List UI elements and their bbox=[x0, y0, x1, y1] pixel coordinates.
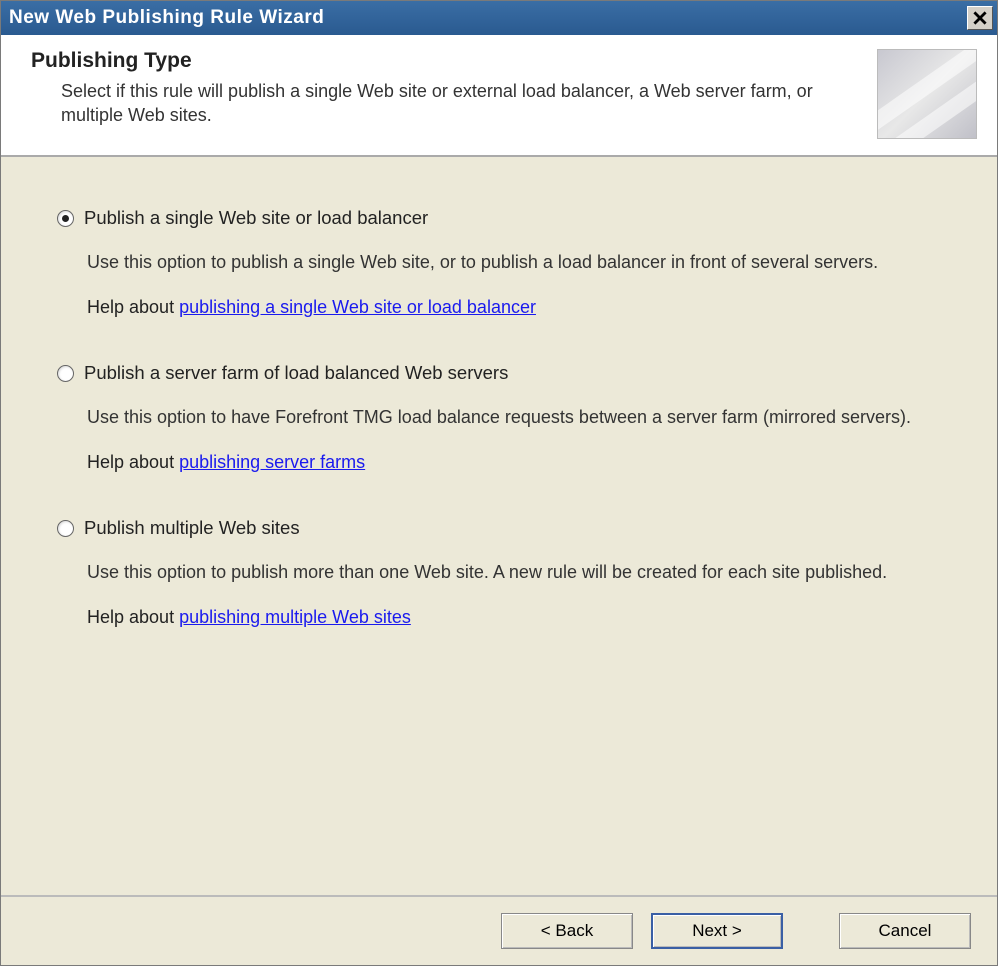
option-help: Help about publishing multiple Web sites bbox=[57, 607, 937, 628]
header-text: Publishing Type Select if this rule will… bbox=[31, 49, 877, 128]
window-title: New Web Publishing Rule Wizard bbox=[9, 7, 324, 29]
option-help: Help about publishing server farms bbox=[57, 452, 937, 473]
option-description: Use this option to publish a single Web … bbox=[57, 249, 937, 275]
cancel-button[interactable]: Cancel bbox=[839, 913, 971, 949]
header-panel: Publishing Type Select if this rule will… bbox=[1, 35, 997, 157]
option-label: Publish a server farm of load balanced W… bbox=[84, 362, 508, 384]
option-label: Publish multiple Web sites bbox=[84, 517, 300, 539]
option-head[interactable]: Publish a server farm of load balanced W… bbox=[57, 362, 937, 384]
page-title: Publishing Type bbox=[31, 49, 865, 73]
option-description: Use this option to publish more than one… bbox=[57, 559, 937, 585]
titlebar: New Web Publishing Rule Wizard bbox=[1, 1, 997, 35]
option-server-farm: Publish a server farm of load balanced W… bbox=[57, 362, 937, 473]
help-link-multiple-sites[interactable]: publishing multiple Web sites bbox=[179, 607, 411, 627]
option-single-site: Publish a single Web site or load balanc… bbox=[57, 207, 937, 318]
help-link-server-farm[interactable]: publishing server farms bbox=[179, 452, 365, 472]
option-multiple-sites: Publish multiple Web sites Use this opti… bbox=[57, 517, 937, 628]
next-button[interactable]: Next > bbox=[651, 913, 783, 949]
option-head[interactable]: Publish multiple Web sites bbox=[57, 517, 937, 539]
close-button[interactable] bbox=[967, 6, 993, 30]
wizard-window: New Web Publishing Rule Wizard Publishin… bbox=[0, 0, 998, 966]
option-label: Publish a single Web site or load balanc… bbox=[84, 207, 428, 229]
body-panel: Publish a single Web site or load balanc… bbox=[1, 157, 997, 895]
radio-server-farm[interactable] bbox=[57, 365, 74, 382]
radio-single-site[interactable] bbox=[57, 210, 74, 227]
help-prefix: Help about bbox=[87, 607, 179, 627]
back-button[interactable]: < Back bbox=[501, 913, 633, 949]
radio-multiple-sites[interactable] bbox=[57, 520, 74, 537]
help-prefix: Help about bbox=[87, 297, 179, 317]
page-subtitle: Select if this rule will publish a singl… bbox=[31, 79, 865, 128]
help-prefix: Help about bbox=[87, 452, 179, 472]
close-icon bbox=[973, 11, 987, 25]
wizard-graphic-icon bbox=[877, 49, 977, 139]
button-bar: < Back Next > Cancel bbox=[1, 895, 997, 965]
help-link-single-site[interactable]: publishing a single Web site or load bal… bbox=[179, 297, 536, 317]
option-help: Help about publishing a single Web site … bbox=[57, 297, 937, 318]
option-description: Use this option to have Forefront TMG lo… bbox=[57, 404, 937, 430]
option-head[interactable]: Publish a single Web site or load balanc… bbox=[57, 207, 937, 229]
